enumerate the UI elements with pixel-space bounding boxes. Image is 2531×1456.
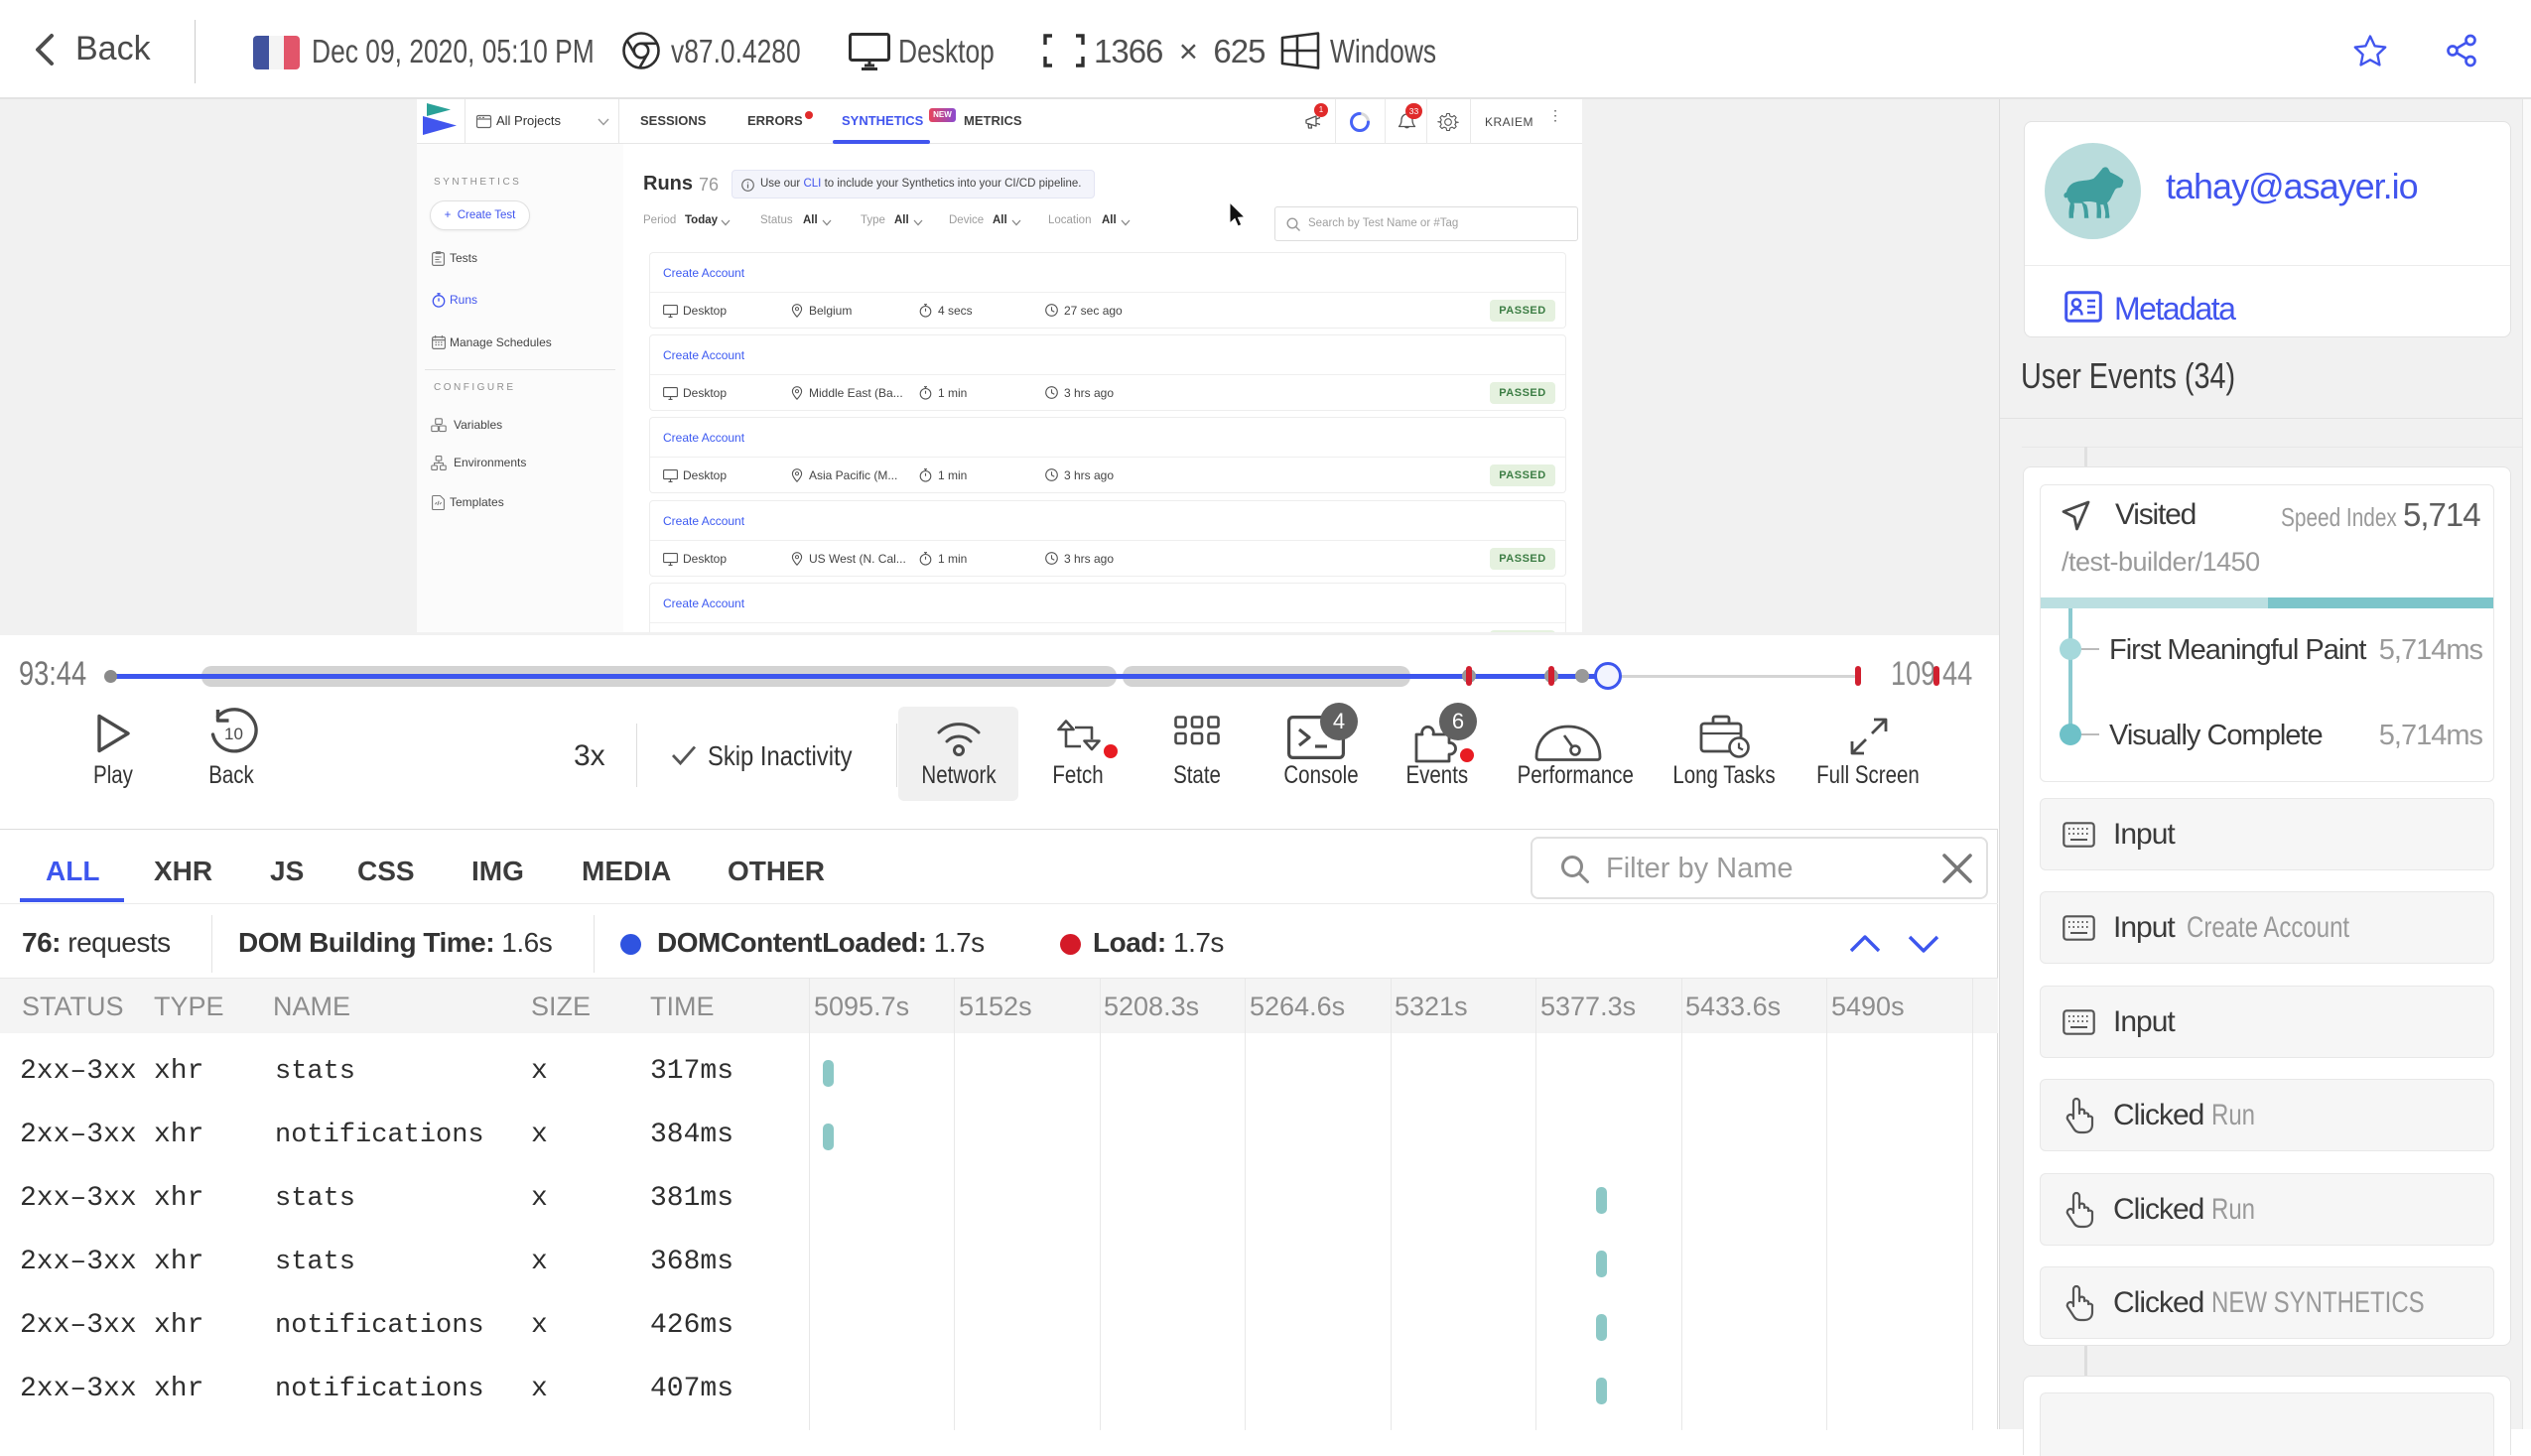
svg-text:10: 10 (224, 725, 243, 743)
